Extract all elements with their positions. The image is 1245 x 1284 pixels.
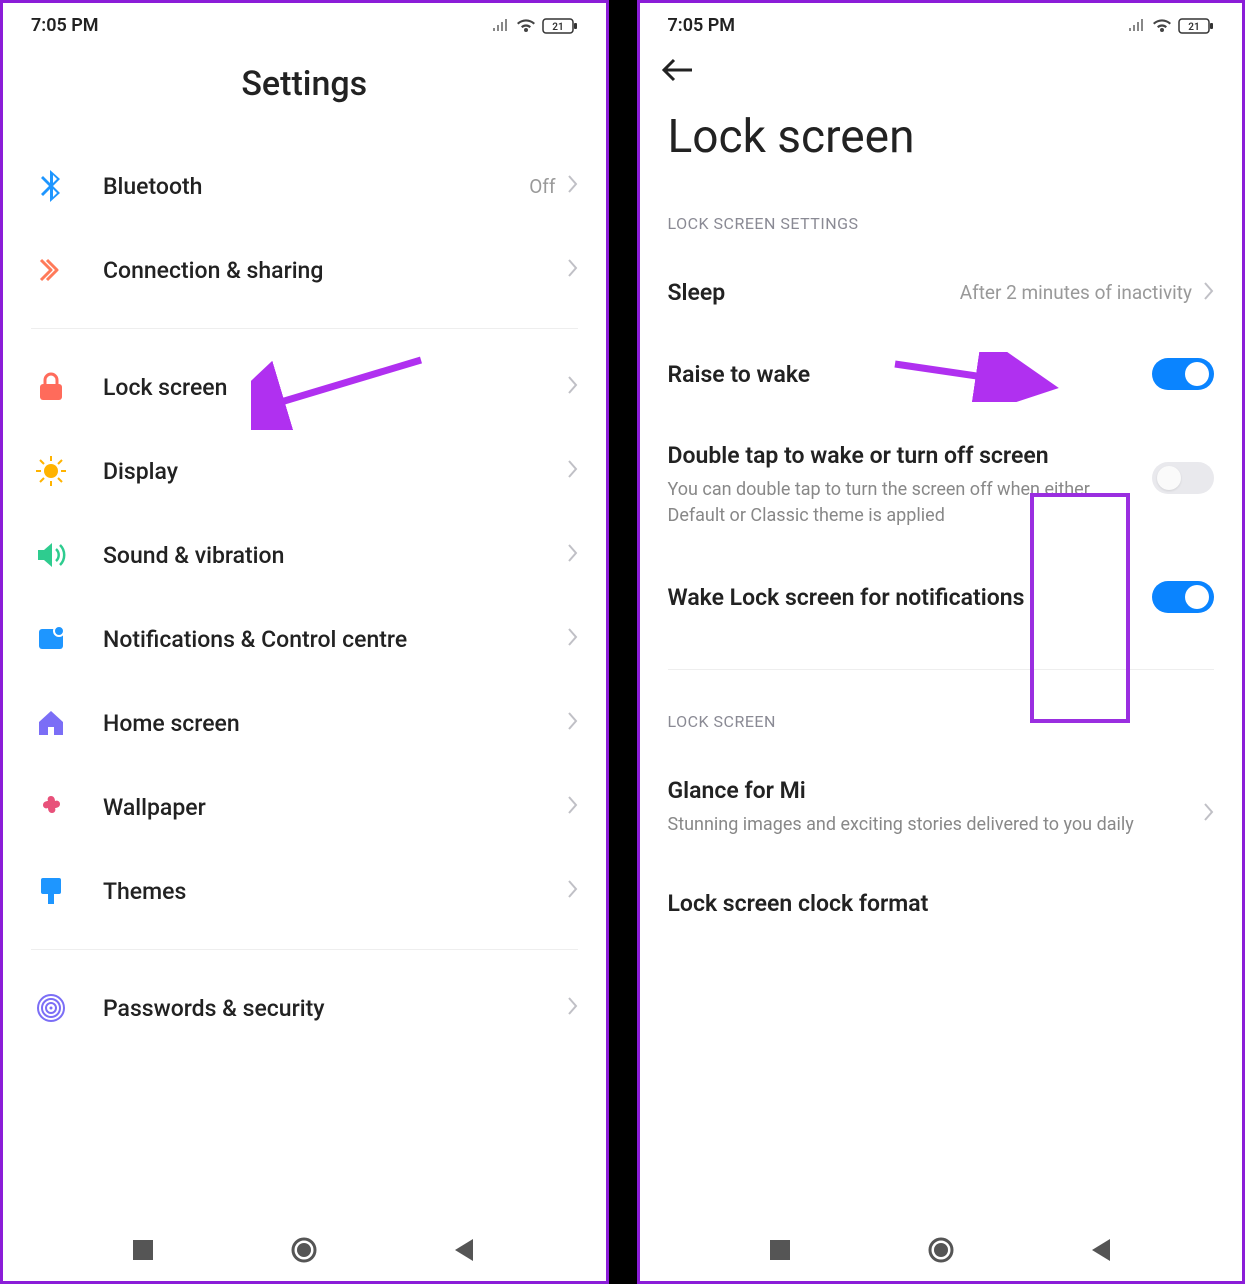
row-value: After 2 minutes of inactivity — [960, 281, 1192, 304]
row-lock-screen[interactable]: Lock screen — [31, 345, 578, 429]
toggle-double-tap[interactable] — [1152, 462, 1214, 494]
signal-icon — [1128, 19, 1146, 33]
row-sleep[interactable]: Sleep After 2 minutes of inactivity — [668, 253, 1215, 332]
row-label: Bluetooth — [103, 173, 529, 200]
toggle-wake-notifications[interactable] — [1152, 581, 1214, 613]
section-header: LOCK SCREEN SETTINGS — [668, 204, 1215, 253]
row-themes[interactable]: Themes — [31, 849, 578, 933]
row-raise-to-wake[interactable]: Raise to wake — [668, 332, 1215, 416]
svg-text:21: 21 — [1188, 22, 1199, 33]
wifi-icon — [1152, 18, 1172, 34]
nav-bar — [3, 1219, 606, 1281]
notification-icon — [31, 619, 71, 659]
nav-home-button[interactable] — [926, 1235, 956, 1265]
divider — [31, 949, 578, 950]
fingerprint-icon — [31, 988, 71, 1028]
nav-recent-button[interactable] — [128, 1235, 158, 1265]
phone-right-lockscreen: 7:05 PM 21 Lock screen LOCK SCREEN SETTI… — [637, 0, 1245, 1284]
row-glance-for-mi[interactable]: Glance for Mi Stunning images and exciti… — [668, 751, 1215, 864]
nav-recent-button[interactable] — [765, 1235, 795, 1265]
row-label: Raise to wake — [668, 361, 1153, 388]
chevron-right-icon — [568, 376, 578, 398]
divider — [31, 328, 578, 329]
chevron-right-icon — [568, 460, 578, 482]
nav-back-button[interactable] — [1087, 1235, 1117, 1265]
lock-icon — [31, 367, 71, 407]
row-label: Home screen — [103, 710, 568, 737]
toggle-raise-to-wake[interactable] — [1152, 358, 1214, 390]
chevron-right-icon — [1204, 803, 1214, 825]
row-label: Themes — [103, 878, 568, 905]
chevron-right-icon — [568, 880, 578, 902]
row-bluetooth[interactable]: Bluetooth Off — [31, 144, 578, 228]
speaker-icon — [31, 535, 71, 575]
status-bar: 7:05 PM 21 — [640, 3, 1243, 42]
page-title: Lock screen — [668, 86, 1215, 204]
connection-icon — [31, 250, 71, 290]
row-value: Off — [529, 175, 555, 198]
row-subtitle: Stunning images and exciting stories del… — [668, 812, 1187, 838]
status-bar: 7:05 PM 21 — [3, 3, 606, 42]
status-time: 7:05 PM — [668, 15, 736, 36]
row-double-tap[interactable]: Double tap to wake or turn off screen Yo… — [668, 416, 1215, 555]
row-label: Passwords & security — [103, 995, 568, 1022]
row-label: Display — [103, 458, 568, 485]
phone-left-settings: 7:05 PM 21 Settings Bluetooth Off — [0, 0, 609, 1284]
chevron-right-icon — [1204, 282, 1214, 304]
chevron-right-icon — [568, 544, 578, 566]
page-title: Settings — [31, 42, 578, 144]
row-wake-notifications[interactable]: Wake Lock screen for notifications — [668, 555, 1215, 639]
row-label: Wake Lock screen for notifications — [668, 584, 1135, 611]
chevron-right-icon — [568, 259, 578, 281]
chevron-right-icon — [568, 997, 578, 1019]
brush-icon — [31, 871, 71, 911]
row-label: Sound & vibration — [103, 542, 568, 569]
row-clock-format[interactable]: Lock screen clock format — [668, 864, 1215, 943]
chevron-right-icon — [568, 628, 578, 650]
bluetooth-icon — [31, 166, 71, 206]
status-time: 7:05 PM — [31, 15, 99, 36]
row-label: Glance for Mi — [668, 777, 1187, 804]
row-label: Lock screen — [103, 374, 568, 401]
home-icon — [31, 703, 71, 743]
row-subtitle: You can double tap to turn the screen of… — [668, 477, 1135, 529]
row-label: Double tap to wake or turn off screen — [668, 442, 1135, 469]
lockscreen-content: Lock screen LOCK SCREEN SETTINGS Sleep A… — [640, 86, 1243, 1219]
row-home-screen[interactable]: Home screen — [31, 681, 578, 765]
row-passwords-security[interactable]: Passwords & security — [31, 966, 578, 1050]
row-label: Connection & sharing — [103, 257, 568, 284]
battery-icon: 21 — [542, 17, 578, 35]
status-icons: 21 — [492, 17, 578, 35]
flower-icon — [31, 787, 71, 827]
settings-content: Settings Bluetooth Off Connection & shar… — [3, 42, 606, 1219]
battery-icon: 21 — [1178, 17, 1214, 35]
row-sound-vibration[interactable]: Sound & vibration — [31, 513, 578, 597]
row-label: Sleep — [668, 279, 960, 306]
row-notifications[interactable]: Notifications & Control centre — [31, 597, 578, 681]
chevron-right-icon — [568, 175, 578, 197]
nav-bar — [640, 1219, 1243, 1281]
divider — [668, 669, 1215, 670]
nav-home-button[interactable] — [289, 1235, 319, 1265]
row-wallpaper[interactable]: Wallpaper — [31, 765, 578, 849]
signal-icon — [492, 19, 510, 33]
row-label: Lock screen clock format — [668, 890, 1215, 917]
sun-icon — [31, 451, 71, 491]
wifi-icon — [516, 18, 536, 34]
row-display[interactable]: Display — [31, 429, 578, 513]
row-label: Notifications & Control centre — [103, 626, 568, 653]
section-header: LOCK SCREEN — [668, 686, 1215, 751]
row-label: Wallpaper — [103, 794, 568, 821]
svg-text:21: 21 — [552, 22, 563, 33]
nav-back-button[interactable] — [450, 1235, 480, 1265]
chevron-right-icon — [568, 796, 578, 818]
status-icons: 21 — [1128, 17, 1214, 35]
chevron-right-icon — [568, 712, 578, 734]
back-button[interactable] — [640, 42, 1243, 86]
row-connection-sharing[interactable]: Connection & sharing — [31, 228, 578, 312]
